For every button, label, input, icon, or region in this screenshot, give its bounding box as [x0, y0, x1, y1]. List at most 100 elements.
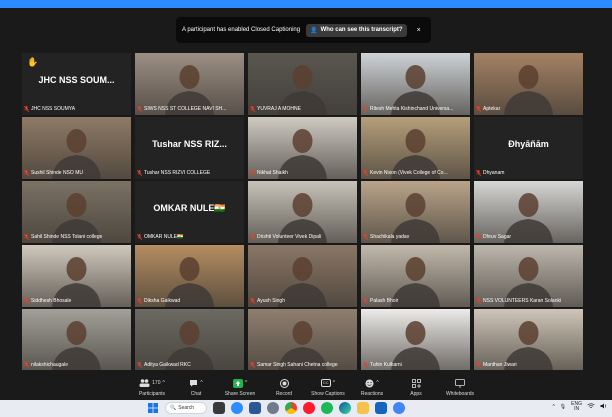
participant-name: Samar Singh Sahani Chetna college — [257, 362, 338, 368]
whiteboards-button[interactable]: Whiteboards — [438, 370, 482, 400]
participant-tile[interactable]: Aditya Gaikwad RKC — [135, 309, 244, 371]
close-icon[interactable]: × — [417, 27, 421, 34]
participant-tile[interactable]: Ayush Singh — [248, 245, 357, 307]
participant-tile[interactable]: YUVRAJ A MOHNE — [248, 53, 357, 115]
muted-mic-icon — [476, 170, 481, 176]
windows-start-icon[interactable] — [147, 402, 159, 414]
captions-icon: CC ^ — [320, 379, 336, 387]
folder-icon[interactable] — [357, 402, 369, 414]
participant-name-label: Sahil Shinde NSS Tolani college — [24, 233, 129, 241]
taskbar-search[interactable]: 🔍 Search — [165, 402, 207, 414]
participant-tile[interactable]: Siddhesh Bhosale — [22, 245, 131, 307]
participant-name: Kevin Nixon (Vivek College of Co... — [370, 170, 448, 176]
captions-notification: A participant has enabled Closed Caption… — [176, 17, 431, 43]
settings-icon[interactable] — [267, 402, 279, 414]
participant-name: Aptekar — [483, 106, 501, 112]
volume-icon[interactable] — [600, 403, 608, 411]
participant-tile[interactable]: Drishti Volunteer Vivek Dipali — [248, 181, 357, 243]
participant-tile[interactable]: Manthan Jiwari — [474, 309, 583, 371]
participant-name-label: JHC NSS SOUMYA — [24, 105, 129, 113]
whiteboards-label: Whiteboards — [445, 391, 475, 397]
participant-tile[interactable]: Dhruv Sagar — [474, 181, 583, 243]
participant-name-label: Kevin Nixon (Vivek College of Co... — [363, 169, 468, 177]
muted-mic-icon — [476, 234, 481, 240]
apps-button[interactable]: Apps — [394, 370, 438, 400]
transcript-visibility-button[interactable]: 👤 Who can see this transcript? — [306, 23, 407, 37]
participant-tile[interactable]: Sahil Shinde NSS Tolani college — [22, 181, 131, 243]
participant-tile[interactable]: Kevin Nixon (Vivek College of Co... — [361, 117, 470, 179]
microphone-icon[interactable]: 🎙 — [560, 404, 566, 410]
participant-display-name: JHC NSS SOUM... — [38, 75, 115, 85]
chevron-up-icon[interactable]: ^ — [552, 404, 554, 410]
participant-tile[interactable]: Samar Singh Sahani Chetna college — [248, 309, 357, 371]
chrome-icon[interactable] — [285, 402, 297, 414]
participant-tile[interactable]: SIWS NSS ST COLLEGE NAVI SH... — [135, 53, 244, 115]
os-taskbar: 🔍 Search ^ 🎙 ENG IN — [0, 400, 612, 417]
record-button[interactable]: Record — [262, 370, 306, 400]
participant-name: Palash Bhoir — [370, 298, 399, 304]
participant-name: Sushil Shinde NSO MU — [31, 170, 83, 176]
participant-tile[interactable]: Diksha Gaikwad — [135, 245, 244, 307]
participant-name: nilakshichaugale — [31, 362, 68, 368]
muted-mic-icon — [363, 106, 368, 112]
photos-icon[interactable] — [375, 402, 387, 414]
spotify-icon[interactable] — [321, 402, 333, 414]
participant-name-label: Aditya Gaikwad RKC — [137, 361, 242, 369]
muted-mic-icon — [137, 170, 142, 176]
participants-count: 170 — [152, 380, 161, 386]
task-view-icon[interactable] — [213, 402, 225, 414]
participant-name-label: Ritesh Mehta Kishinchand Universa... — [363, 105, 468, 113]
zoom-app-icon[interactable] — [231, 402, 243, 414]
chat-icon: ^ — [189, 377, 203, 389]
participant-name: Siddhesh Bhosale — [31, 298, 72, 304]
muted-mic-icon — [24, 298, 29, 304]
participant-name-label: Tushar NSS RIZVI COLLEGE — [137, 169, 242, 177]
meet-app-icon[interactable] — [249, 402, 261, 414]
participant-name: Ayush Singh — [257, 298, 285, 304]
show-captions-button[interactable]: CC ^ Show Captions — [306, 370, 350, 400]
participant-tile[interactable]: Shachikala yadav — [361, 181, 470, 243]
participant-tile[interactable]: Ritesh Mehta Kishinchand Universa... — [361, 53, 470, 115]
participant-name-label: Dhruv Sagar — [476, 233, 581, 241]
participant-name-label: Ayush Singh — [250, 297, 355, 305]
participant-name: Aditya Gaikwad RKC — [144, 362, 191, 368]
participant-name-label: Sushil Shinde NSO MU — [24, 169, 129, 177]
participant-tile[interactable]: Tushar NSS RIZ... Tushar NSS RIZVI COLLEG… — [135, 117, 244, 179]
participant-tile[interactable]: OMKAR NULE🇮🇳 OMKAR NULE🇮🇳 — [135, 181, 244, 243]
participant-tile[interactable]: JHC NSS SOUM... ✋ JHC NSS SOUMYA — [22, 53, 131, 115]
participant-tile[interactable]: Sushil Shinde NSO MU — [22, 117, 131, 179]
participant-tile[interactable]: Aptekar — [474, 53, 583, 115]
participants-button[interactable]: 170 ^ Participants — [130, 370, 174, 400]
participants-icon: 170 ^ — [139, 377, 165, 389]
participant-tile[interactable]: Đhyāñām Dhyanam — [474, 117, 583, 179]
chat-button[interactable]: ^ Chat — [174, 370, 218, 400]
participant-name: Dhruv Sagar — [483, 234, 512, 240]
participant-name-label: Drishti Volunteer Vivek Dipali — [250, 233, 355, 241]
top-accent-bar — [0, 0, 612, 8]
participant-name-label: OMKAR NULE🇮🇳 — [137, 233, 242, 241]
participant-tile[interactable]: NSS VOLUNTEERS Karan Solanki — [474, 245, 583, 307]
participant-name: Manthan Jiwari — [483, 362, 517, 368]
region-code: IN — [574, 406, 580, 412]
muted-mic-icon — [476, 106, 481, 112]
share-screen-button[interactable]: ^ Share Screen — [218, 370, 262, 400]
participant-name: Sahil Shinde NSS Tolani college — [31, 234, 103, 240]
participant-tile[interactable]: Palash Bhoir — [361, 245, 470, 307]
opera-icon[interactable] — [303, 402, 315, 414]
raised-hand-icon: ✋ — [27, 57, 39, 67]
meeting-stage: JHC NSS SOUM... ✋ JHC NSS SOUMYA SIWS NSS S… — [0, 8, 612, 371]
record-label: Record — [275, 391, 293, 397]
participant-name: Drishti Volunteer Vivek Dipali — [257, 234, 322, 240]
language-indicator[interactable]: ENG IN — [571, 402, 582, 412]
wifi-icon[interactable] — [587, 403, 595, 411]
muted-mic-icon — [250, 170, 255, 176]
participant-tile[interactable]: Nikhat Shaikh — [248, 117, 357, 179]
participant-name: NSS VOLUNTEERS Karan Solanki — [483, 298, 562, 304]
participant-tile[interactable]: nilakshichaugale — [22, 309, 131, 371]
edge-icon[interactable] — [339, 402, 351, 414]
muted-mic-icon — [250, 106, 255, 112]
meet-blue-icon[interactable] — [393, 402, 405, 414]
muted-mic-icon — [363, 298, 368, 304]
reactions-button[interactable]: ^ Reactions — [350, 370, 394, 400]
participant-tile[interactable]: Tuhin Kulkarni — [361, 309, 470, 371]
